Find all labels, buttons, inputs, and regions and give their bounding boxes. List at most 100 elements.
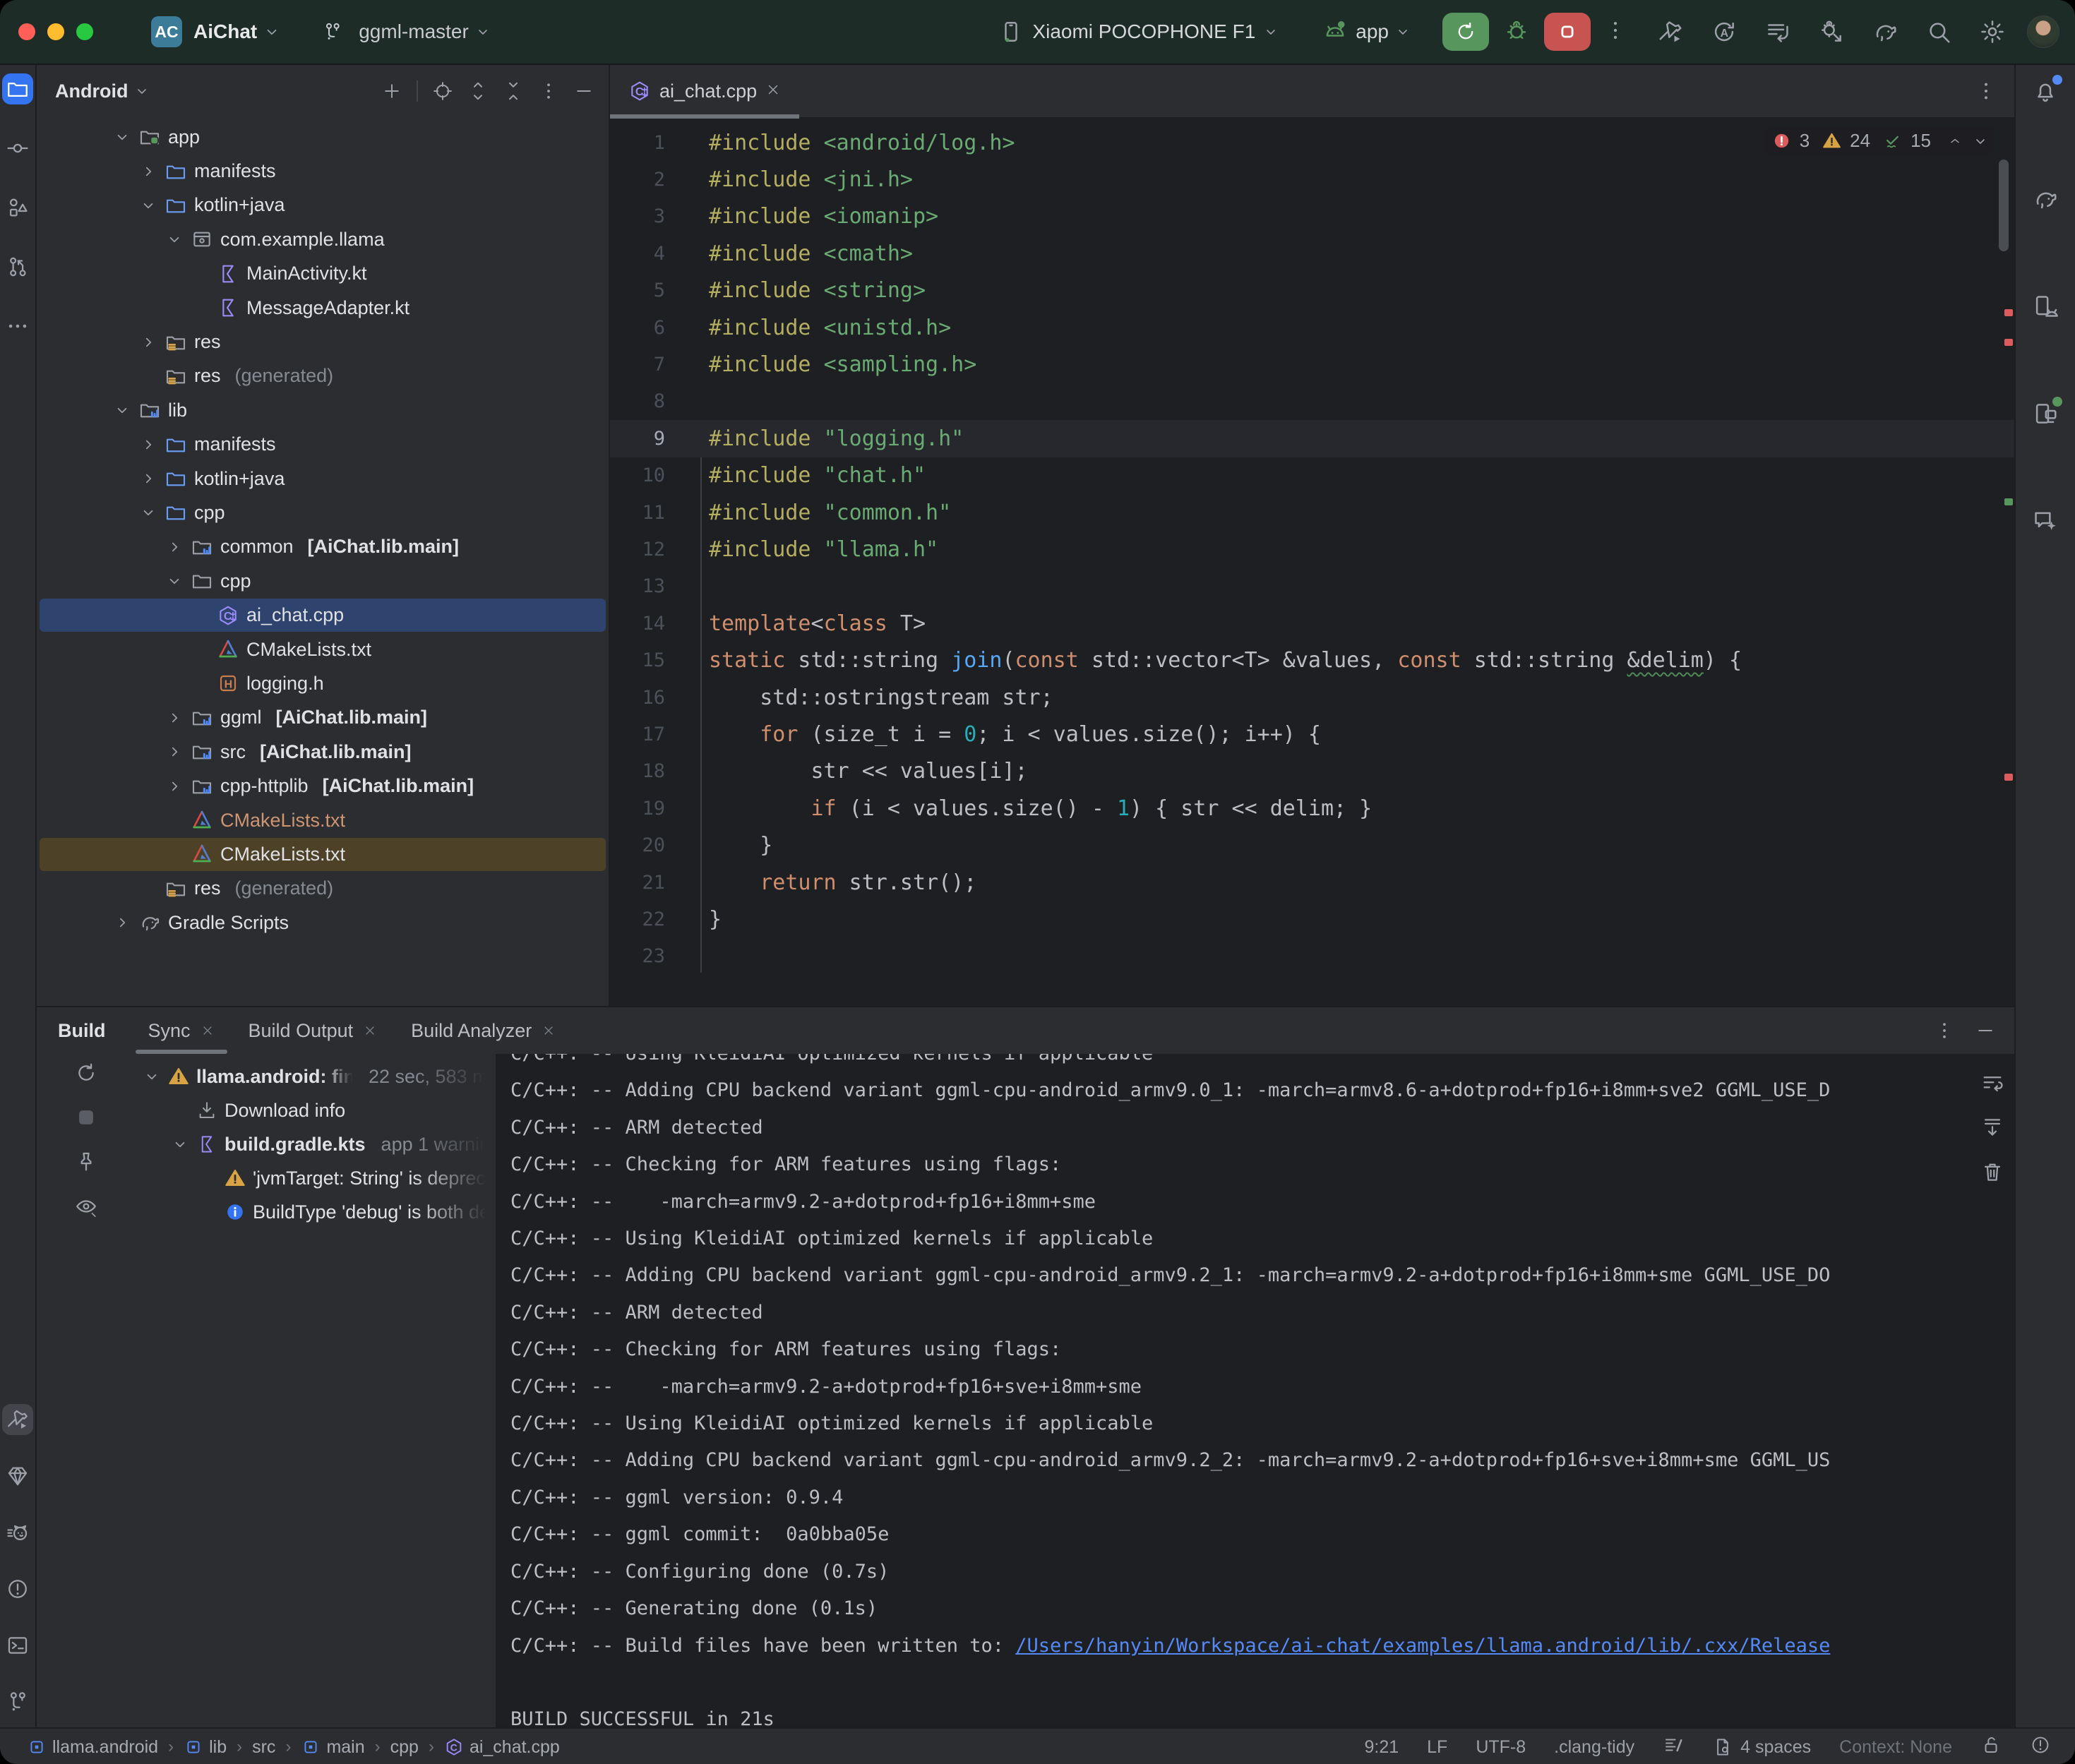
- run-options-kebab[interactable]: [1603, 18, 1627, 46]
- code-line-16[interactable]: 16 std::ostringstream str;: [610, 679, 2014, 716]
- stripe-commit[interactable]: [2, 133, 33, 164]
- chevron-right-icon[interactable]: [113, 913, 131, 932]
- chevron-down-icon[interactable]: [139, 196, 157, 215]
- chevron-down-icon[interactable]: [165, 230, 184, 248]
- add-icon[interactable]: [381, 80, 402, 102]
- breadcrumb-llama-android[interactable]: llama.android: [27, 1737, 158, 1758]
- indent-widget[interactable]: 4 spaces: [1712, 1736, 1811, 1758]
- locate-icon[interactable]: [432, 80, 453, 102]
- code-line-20[interactable]: 20 }: [610, 827, 2014, 863]
- options-kebab-icon[interactable]: [538, 80, 559, 102]
- tree-item-lib[interactable]: lib: [37, 393, 609, 427]
- build-tab-build-output[interactable]: Build Output: [232, 1007, 395, 1054]
- tree-item-common[interactable]: common[AiChat.lib.main]: [37, 530, 609, 564]
- search-icon[interactable]: [1925, 18, 1952, 45]
- stripe-app-quality-gem[interactable]: [2, 1460, 33, 1492]
- build-tree-row[interactable]: Download info: [37, 1093, 496, 1127]
- code-line-11[interactable]: 11#include "common.h": [610, 494, 2014, 531]
- breadcrumb-lib[interactable]: lib: [184, 1737, 227, 1758]
- build-tree-row[interactable]: build.gradle.ktsapp 1 warning: [37, 1127, 496, 1161]
- stripe-structure[interactable]: [2, 192, 33, 223]
- chevron-right-icon[interactable]: [139, 162, 157, 181]
- code-line-5[interactable]: 5#include <string>: [610, 272, 2014, 309]
- context-widget[interactable]: Context: None: [1839, 1737, 1952, 1758]
- stripe-project-folder[interactable]: [2, 73, 33, 104]
- chevron-right-icon[interactable]: [165, 743, 184, 761]
- code-line-23[interactable]: 23: [610, 938, 2014, 975]
- stripe-device-manager[interactable]: [2030, 291, 2061, 322]
- project-chevron-icon[interactable]: [263, 23, 281, 41]
- stripe-gemini-chat[interactable]: [2030, 505, 2061, 536]
- code-line-10[interactable]: 10#include "chat.h": [610, 457, 2014, 494]
- code-line-6[interactable]: 6#include <unistd.h>: [610, 309, 2014, 346]
- code-line-2[interactable]: 2#include <jni.h>: [610, 161, 2014, 198]
- code-line-12[interactable]: 12#include "llama.h": [610, 531, 2014, 568]
- tree-item-res[interactable]: res(generated): [37, 359, 609, 393]
- build-tree-row[interactable]: 'jvmTarget: String' is deprecated: [37, 1161, 496, 1195]
- console-soft-wrap[interactable]: [1980, 1071, 2004, 1098]
- code-line-9[interactable]: 9#include "logging.h": [610, 420, 2014, 457]
- breadcrumb-cpp[interactable]: cpp: [390, 1737, 419, 1758]
- tree-item-cpp-httplib[interactable]: cpp-httplib[AiChat.lib.main]: [37, 769, 609, 803]
- close-icon[interactable]: [542, 1024, 556, 1038]
- breadcrumb-main[interactable]: main: [301, 1737, 364, 1758]
- run-button[interactable]: [1442, 13, 1489, 51]
- stripe-build-hammer[interactable]: [2, 1404, 33, 1435]
- stripe-running-devices[interactable]: [2030, 398, 2061, 429]
- prev-problem-icon[interactable]: [1947, 134, 1963, 148]
- collapse-all-icon[interactable]: [503, 80, 524, 102]
- breadcrumb-ai-chat-cpp[interactable]: Cai_chat.cpp: [444, 1737, 560, 1758]
- build-run-icon[interactable]: [1657, 18, 1684, 45]
- chevron-right-icon[interactable]: [165, 538, 184, 556]
- build-tree-row[interactable]: BuildType 'debug' is both debuggable: [37, 1195, 496, 1229]
- editor-scrollbar[interactable]: [1999, 160, 2009, 251]
- code-line-18[interactable]: 18 str << values[i];: [610, 753, 2014, 790]
- stripe-terminal[interactable]: [2, 1630, 33, 1661]
- editor-tab-ai-chat-cpp[interactable]: C ai_chat.cpp: [610, 65, 799, 117]
- problems-widget[interactable]: [2030, 1734, 2051, 1760]
- build-tree-row[interactable]: llama.android: fin22 sec, 583 ms: [37, 1060, 496, 1093]
- code-line-4[interactable]: 4#include <cmath>: [610, 235, 2014, 272]
- close-window-button[interactable]: [18, 23, 35, 40]
- breadcrumb-src[interactable]: src: [252, 1737, 275, 1758]
- tree-item-cmakelists-txt[interactable]: CMakeLists.txt: [37, 632, 609, 666]
- chevron-down-icon[interactable]: [143, 1067, 161, 1086]
- code-line-21[interactable]: 21 return str.str();: [610, 864, 2014, 901]
- project-selector[interactable]: AiChat: [193, 20, 257, 43]
- chevron-right-icon[interactable]: [139, 436, 157, 454]
- branch-chevron-icon[interactable]: [474, 23, 491, 40]
- lock-widget[interactable]: [1980, 1734, 2002, 1760]
- inspections-widget[interactable]: 32415: [1766, 127, 1995, 155]
- close-tab-icon[interactable]: [765, 80, 781, 102]
- chevron-right-icon[interactable]: [165, 777, 184, 796]
- avatar[interactable]: [2027, 16, 2059, 48]
- stripe-notifications-bell[interactable]: [2030, 76, 2061, 107]
- code-line-17[interactable]: 17 for (size_t i = 0; i < values.size();…: [610, 716, 2014, 752]
- code-line-15[interactable]: 15static std::string join(const std::vec…: [610, 642, 2014, 678]
- tree-item-cpp[interactable]: cpp: [37, 564, 609, 598]
- caret-position-widget[interactable]: 9:21: [1364, 1737, 1399, 1758]
- chevron-down-icon[interactable]: [113, 128, 131, 146]
- next-problem-icon[interactable]: [1972, 133, 1989, 150]
- chevron-down-icon[interactable]: [113, 401, 131, 419]
- console-scroll-to-end[interactable]: [1980, 1115, 2004, 1143]
- project-view-chevron-icon[interactable]: [133, 83, 150, 100]
- chevron-right-icon[interactable]: [139, 469, 157, 488]
- line-ending-widget[interactable]: LF: [1427, 1737, 1447, 1758]
- tree-item-kotlin-java[interactable]: kotlin+java: [37, 188, 609, 222]
- close-icon[interactable]: [201, 1024, 215, 1038]
- tree-item-app[interactable]: app: [37, 120, 609, 154]
- error-stripe-mark[interactable]: [2004, 309, 2013, 316]
- build-tab-sync[interactable]: Sync: [131, 1007, 232, 1054]
- reformat-widget[interactable]: [1663, 1734, 1684, 1760]
- clang-tidy-widget[interactable]: .clang-tidy: [1554, 1737, 1634, 1758]
- stripe-logcat-cat[interactable]: [2, 1517, 33, 1548]
- stop-button[interactable]: [1544, 13, 1591, 51]
- build-tab-build-analyzer[interactable]: Build Analyzer: [394, 1007, 573, 1054]
- tree-item-res[interactable]: res: [37, 325, 609, 359]
- hide-panel-icon[interactable]: [573, 80, 594, 102]
- build-options-kebab-icon[interactable]: [1934, 1020, 1955, 1041]
- apply-changes-icon[interactable]: A: [1711, 18, 1738, 45]
- close-icon[interactable]: [765, 82, 781, 97]
- tree-item-cmakelists-txt[interactable]: CMakeLists.txt: [37, 803, 609, 837]
